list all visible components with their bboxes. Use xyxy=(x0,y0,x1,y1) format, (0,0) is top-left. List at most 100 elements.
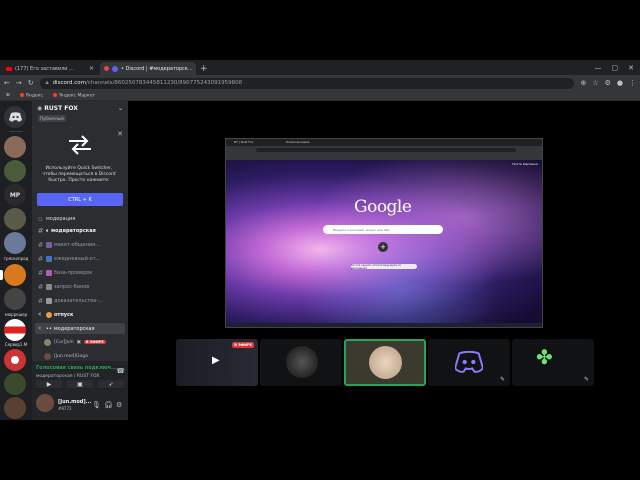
channel-item[interactable]: # база-проверок xyxy=(35,267,125,278)
minimize-button[interactable]: — xyxy=(595,64,602,72)
microphone-icon[interactable]: 🎙︎ xyxy=(92,401,101,409)
yandex-market-icon xyxy=(52,92,57,97)
voice-channel-selected[interactable]: 🔈︎ •• модераторская xyxy=(35,323,125,334)
participant-tile[interactable]: ✤ ✎ xyxy=(512,339,594,386)
channel-emoji-icon xyxy=(46,297,52,304)
server-icon[interactable] xyxy=(4,136,26,158)
server-label: мюррешер xyxy=(4,312,28,317)
screen-share-button[interactable]: ▣ xyxy=(67,380,93,388)
channel-emoji-icon xyxy=(46,241,52,248)
galaxy-wallpaper: Почта Картинки Google Введите поисковый … xyxy=(226,160,542,323)
user-tag: #8772 xyxy=(58,406,72,411)
voice-user[interactable]: [Jun.mod]Goga xyxy=(44,351,124,361)
server-icon-rust-fox[interactable] xyxy=(4,264,26,286)
speaker-icon: 🔈︎ xyxy=(46,227,50,234)
voice-connection-panel: Голосовая связь подключ... ☎ модераторск… xyxy=(32,361,128,389)
address-bar[interactable]: 🔒︎ discord.com/channels/8602507834458112… xyxy=(39,77,575,89)
avatar xyxy=(369,346,402,379)
server-icon[interactable] xyxy=(4,349,26,371)
browser-tabstrip: (177) Его заставили ... × • Discord | #м… xyxy=(0,60,640,75)
lock-icon: 🔒︎ xyxy=(45,79,49,86)
browser-tab-youtube[interactable]: (177) Его заставили ... × xyxy=(2,62,98,75)
back-icon[interactable]: ← xyxy=(4,79,10,87)
rocket-icon: ➶ xyxy=(108,380,114,388)
server-icon[interactable] xyxy=(4,288,26,310)
server-icon[interactable] xyxy=(4,160,26,182)
forward-icon[interactable]: → xyxy=(16,79,22,87)
hammer-icon xyxy=(46,283,52,290)
bookmark-yandex[interactable]: Яндекс xyxy=(19,92,43,98)
star-icon[interactable]: ☆ xyxy=(592,79,598,87)
headphones-icon[interactable]: 🎧︎ xyxy=(104,401,113,409)
server-icon[interactable] xyxy=(4,232,26,254)
discord-icon xyxy=(112,65,118,72)
maximize-button[interactable]: ▢ xyxy=(612,64,619,72)
channel-item[interactable]: # макет-общения-... xyxy=(35,239,125,250)
reload-icon[interactable]: ↻ xyxy=(28,79,34,87)
avatar xyxy=(44,352,51,360)
close-window-button[interactable]: ✕ xyxy=(628,64,634,72)
channel-item[interactable]: # ежедневный-от... xyxy=(35,253,125,264)
video-button[interactable]: ▶ xyxy=(36,380,62,388)
speaker-icon: 🔈︎ xyxy=(38,310,43,318)
voice-channel-path: модераторская / RUST FOX xyxy=(36,374,100,379)
muted-icon: ✎ xyxy=(499,376,505,383)
guild-name: RUST FOX xyxy=(44,104,78,112)
inner-tab: RF | Rust Fox xyxy=(234,140,254,144)
participant-tile[interactable]: ✎ xyxy=(428,339,510,386)
google-corner-links: Почта Картинки xyxy=(512,162,538,166)
server-icon[interactable]: MP xyxy=(4,184,26,206)
participant-tile[interactable]: В ЭФИРЕ ▶ xyxy=(176,339,258,386)
channel-item[interactable]: # доказательства-... xyxy=(35,295,125,306)
server-icon[interactable] xyxy=(4,397,26,419)
recording-icon xyxy=(104,66,109,71)
channel-item[interactable]: # запрос-банов xyxy=(35,281,125,292)
discord-browser-window: (177) Его заставили ... × • Discord | #м… xyxy=(0,60,640,420)
windows-taskbar xyxy=(226,323,542,327)
ctrl-k-button[interactable]: CTRL + K xyxy=(37,193,123,206)
hash-icon: # xyxy=(37,226,44,235)
inner-tab: Новая вкладка xyxy=(286,140,310,144)
menu-icon[interactable]: ⋮ xyxy=(629,79,636,87)
new-tab-button[interactable]: + xyxy=(200,64,208,74)
profile-icon[interactable]: ● xyxy=(617,79,623,87)
participant-thumbnails: В ЭФИРЕ ▶ ✎ ✤ ✎ xyxy=(176,339,640,387)
chevron-down-icon[interactable]: ⌄ xyxy=(118,105,123,112)
extensions-icon[interactable]: ⚙ xyxy=(605,79,611,87)
voice-user[interactable]: [Cur]Juln ▣ В ЭФИРЕ xyxy=(44,337,124,347)
discord-home-button[interactable] xyxy=(4,106,26,128)
close-icon[interactable]: × xyxy=(89,65,94,72)
server-label: Сервер1.M xyxy=(4,342,28,347)
discord-logo-icon xyxy=(455,351,483,373)
disconnect-icon[interactable]: ☎ xyxy=(116,367,125,375)
apps-icon[interactable]: ⊞ xyxy=(6,93,10,98)
address-path: /channels/860250783445811230/89077524309… xyxy=(86,80,243,86)
channel-emoji-icon xyxy=(46,311,52,318)
voice-connected-title[interactable]: Голосовая связь подключ... xyxy=(36,365,117,371)
browser-tab-discord[interactable]: • Discord | #модераторск... × xyxy=(100,62,196,75)
discord-logo-icon xyxy=(8,112,22,122)
dots-icon: •• xyxy=(46,325,52,332)
server-icon[interactable] xyxy=(4,319,26,341)
install-icon[interactable]: ⊕ xyxy=(580,79,586,87)
selected-server-pill xyxy=(0,270,3,280)
participant-tile-speaking[interactable] xyxy=(344,339,426,386)
close-icon[interactable]: ✕ xyxy=(117,130,123,138)
gear-icon[interactable]: ⚙ xyxy=(116,401,122,409)
google-logo: Google xyxy=(354,197,412,217)
server-icon[interactable] xyxy=(4,373,26,395)
server-icon[interactable] xyxy=(4,208,26,230)
bookmark-yandex-market[interactable]: Яндекс Маркет xyxy=(52,92,95,98)
live-badge: В ЭФИРЕ xyxy=(83,340,106,344)
guild-header[interactable]: ◉ RUST FOX ⌄ xyxy=(32,101,128,115)
inner-omnibox xyxy=(256,148,516,152)
activity-button[interactable]: ➶ xyxy=(98,380,124,388)
participant-tile[interactable] xyxy=(260,339,342,386)
channel-item[interactable]: # 🔈︎ модераторская xyxy=(35,225,125,236)
avatar[interactable] xyxy=(36,394,54,412)
tab-label: (177) Его заставили ... xyxy=(15,65,74,72)
username: [Jun.mod]... xyxy=(58,399,92,405)
channel-category[interactable]: ▫ модерация xyxy=(35,213,125,224)
shared-screen[interactable]: RF | Rust Fox Новая вкладка Почта Картин… xyxy=(225,138,543,328)
voice-channel[interactable]: 🔈︎ отпуск xyxy=(35,309,125,320)
